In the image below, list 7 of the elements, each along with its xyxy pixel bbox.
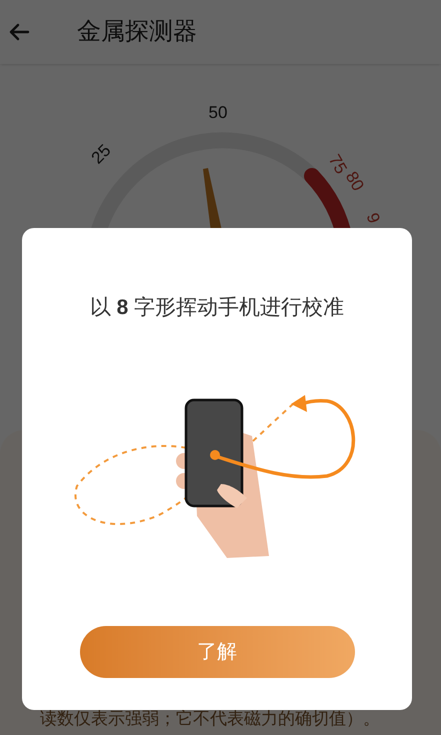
dialog-title: 以 8 字形挥动手机进行校准	[90, 295, 344, 321]
page-title: 金属探测器	[77, 17, 197, 47]
gauge-scale-label: 9	[362, 210, 384, 226]
info-text: 读数仅表示强弱；它不代表磁力的确切值）。	[40, 708, 381, 730]
gauge-scale-label: 50	[208, 103, 228, 122]
gauge-scale-label: 25	[88, 140, 115, 168]
got-it-button[interactable]: 了解	[80, 626, 354, 678]
